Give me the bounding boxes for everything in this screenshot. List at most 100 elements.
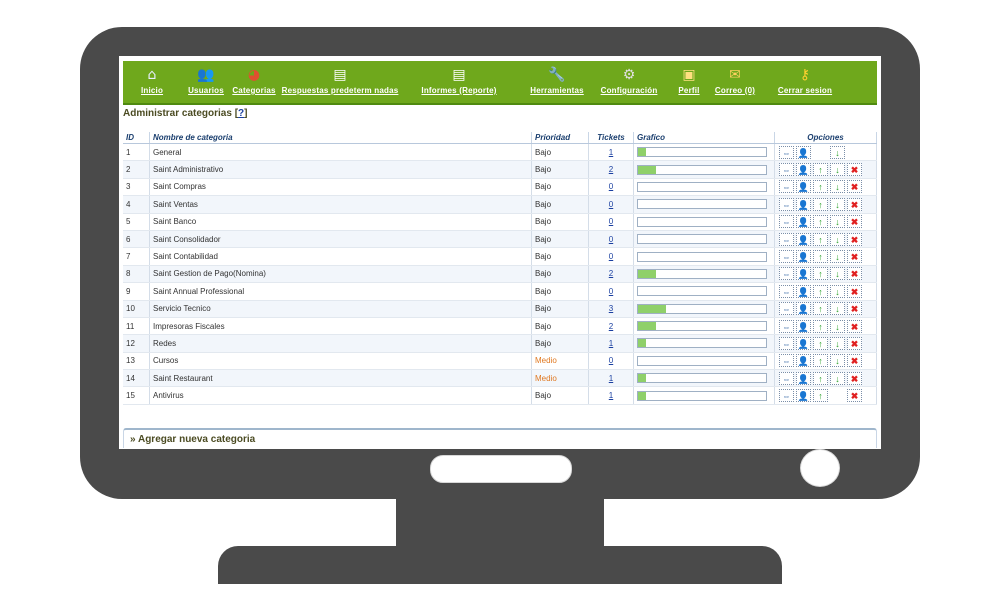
move-icon[interactable]: ⇔ [779,267,794,281]
assign-user-icon[interactable]: 👤 [796,336,811,350]
move-up-icon[interactable]: ↑ [813,163,828,177]
tickets-link[interactable]: 2 [609,322,613,331]
nav-item-4[interactable]: ▤ Informes (Reporte) [421,61,496,103]
move-icon[interactable]: ⇔ [779,197,794,211]
move-up-icon[interactable]: ↑ [813,336,828,350]
tickets-link[interactable]: 0 [609,217,613,226]
move-up-icon[interactable]: ↑ [813,267,828,281]
move-up-icon[interactable]: ↑ [813,354,828,368]
tickets-link[interactable]: 0 [609,252,613,261]
assign-user-icon[interactable]: 👤 [796,232,811,246]
assign-user-icon[interactable]: 👤 [796,145,811,159]
move-down-icon[interactable]: ↓ [830,302,845,316]
move-up-icon[interactable]: ↑ [813,284,828,298]
move-down-icon[interactable]: ↓ [830,145,845,159]
tickets-link[interactable]: 1 [609,339,613,348]
move-up-icon[interactable]: ↑ [813,250,828,264]
tickets-link[interactable]: 0 [609,182,613,191]
move-down-icon[interactable]: ↓ [830,284,845,298]
delete-icon[interactable]: ✖ [847,163,862,177]
nav-item-9[interactable]: ⚷ Cerrar sesion [778,61,832,103]
move-down-icon[interactable]: ↓ [830,215,845,229]
move-icon[interactable]: ⇔ [779,163,794,177]
assign-user-icon[interactable]: 👤 [796,319,811,333]
tickets-link[interactable]: 0 [609,235,613,244]
tickets-link[interactable]: 1 [609,374,613,383]
delete-icon[interactable]: ✖ [847,232,862,246]
move-down-icon[interactable]: ↓ [830,180,845,194]
delete-icon[interactable]: ✖ [847,336,862,350]
help-link[interactable]: ? [238,108,244,119]
assign-user-icon[interactable]: 👤 [796,215,811,229]
nav-item-2[interactable]: ◕ Categorias [230,61,278,103]
assign-user-icon[interactable]: 👤 [796,267,811,281]
delete-icon[interactable]: ✖ [847,354,862,368]
delete-icon[interactable]: ✖ [847,197,862,211]
move-down-icon[interactable]: ↓ [830,319,845,333]
move-up-icon[interactable]: ↑ [813,389,828,403]
tickets-link[interactable]: 1 [609,148,613,157]
nav-item-0[interactable]: ⌂ Inicio [128,61,176,103]
move-icon[interactable]: ⇔ [779,371,794,385]
move-down-icon[interactable]: ↓ [830,267,845,281]
nav-item-3[interactable]: ▤ Respuestas predeterm nadas [282,61,399,103]
move-up-icon[interactable]: ↑ [813,371,828,385]
move-icon[interactable]: ⇔ [779,215,794,229]
move-down-icon[interactable]: ↓ [830,163,845,177]
move-icon[interactable]: ⇔ [779,389,794,403]
delete-icon[interactable]: ✖ [847,319,862,333]
move-icon[interactable]: ⇔ [779,302,794,316]
move-up-icon[interactable]: ↑ [813,180,828,194]
delete-icon[interactable]: ✖ [847,389,862,403]
delete-icon[interactable]: ✖ [847,250,862,264]
delete-icon[interactable]: ✖ [847,371,862,385]
move-up-icon[interactable]: ↑ [813,197,828,211]
move-down-icon[interactable]: ↓ [830,232,845,246]
tickets-link[interactable]: 3 [609,304,613,313]
move-icon[interactable]: ⇔ [779,336,794,350]
move-icon[interactable]: ⇔ [779,180,794,194]
assign-user-icon[interactable]: 👤 [796,180,811,194]
tickets-link[interactable]: 0 [609,200,613,209]
delete-icon[interactable]: ✖ [847,302,862,316]
tickets-link[interactable]: 2 [609,269,613,278]
move-icon[interactable]: ⇔ [779,145,794,159]
move-icon[interactable]: ⇔ [779,250,794,264]
move-down-icon[interactable]: ↓ [830,250,845,264]
assign-user-icon[interactable]: 👤 [796,302,811,316]
assign-user-icon[interactable]: 👤 [796,354,811,368]
move-down-icon[interactable]: ↓ [830,336,845,350]
assign-user-icon[interactable]: 👤 [796,163,811,177]
delete-icon[interactable]: ✖ [847,284,862,298]
move-up-icon[interactable]: ↑ [813,232,828,246]
nav-item-1[interactable]: 👥 Usuarios [182,61,230,103]
move-up-icon[interactable]: ↑ [813,302,828,316]
add-category-link[interactable]: » Agregar nueva categoria [130,434,255,445]
tickets-link[interactable]: 0 [609,356,613,365]
tickets-link[interactable]: 1 [609,391,613,400]
move-down-icon[interactable]: ↓ [830,354,845,368]
assign-user-icon[interactable]: 👤 [796,250,811,264]
move-down-icon[interactable]: ↓ [830,197,845,211]
nav-item-8[interactable]: ✉ Correo (0) [711,61,759,103]
move-icon[interactable]: ⇔ [779,354,794,368]
delete-icon[interactable]: ✖ [847,267,862,281]
assign-user-icon[interactable]: 👤 [796,197,811,211]
assign-user-icon[interactable]: 👤 [796,284,811,298]
move-icon[interactable]: ⇔ [779,232,794,246]
monitor-base [218,546,782,584]
assign-user-icon[interactable]: 👤 [796,371,811,385]
nav-item-5[interactable]: 🔧 Herramientas [530,61,583,103]
move-icon[interactable]: ⇔ [779,284,794,298]
move-down-icon[interactable]: ↓ [830,371,845,385]
nav-item-6[interactable]: ⚙ Configuración [601,61,658,103]
delete-icon[interactable]: ✖ [847,215,862,229]
move-icon[interactable]: ⇔ [779,319,794,333]
delete-icon[interactable]: ✖ [847,180,862,194]
move-up-icon[interactable]: ↑ [813,215,828,229]
nav-item-7[interactable]: ▣ Perfil [665,61,713,103]
tickets-link[interactable]: 2 [609,165,613,174]
assign-user-icon[interactable]: 👤 [796,389,811,403]
tickets-link[interactable]: 0 [609,287,613,296]
move-up-icon[interactable]: ↑ [813,319,828,333]
